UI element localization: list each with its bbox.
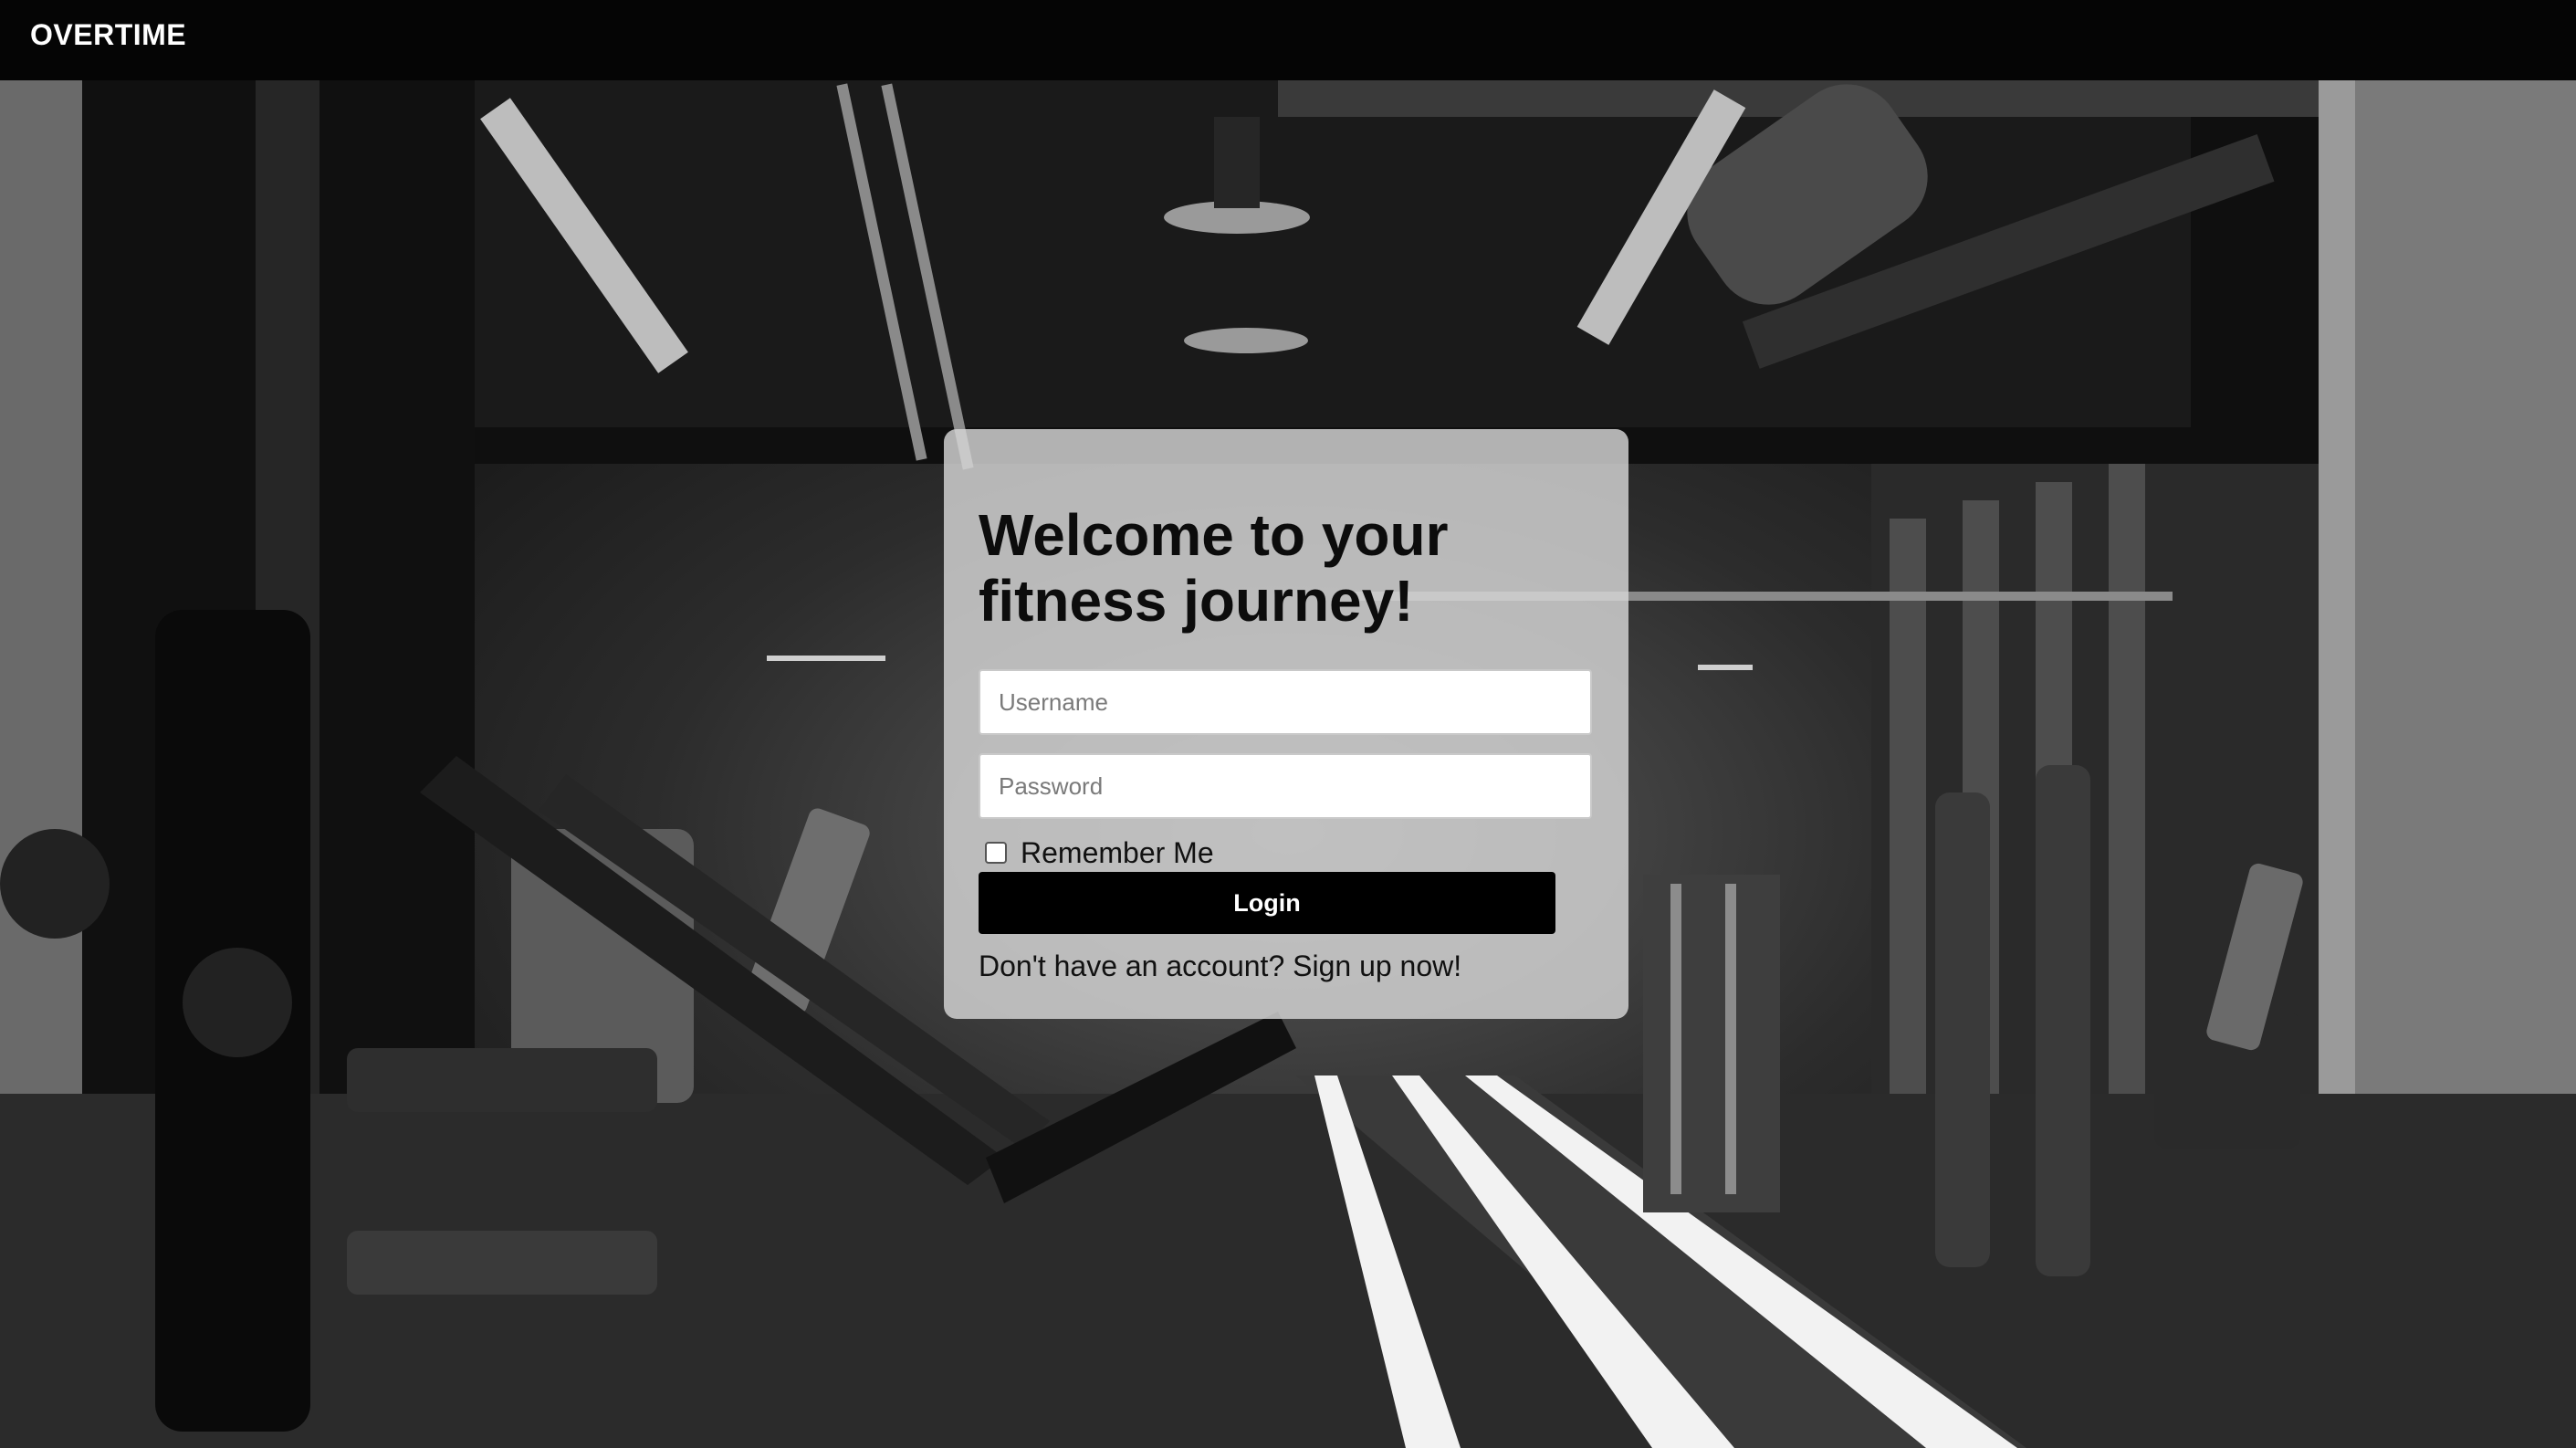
welcome-heading: Welcome to your fitness journey! bbox=[979, 502, 1449, 634]
brand-logo[interactable]: OVERTIME bbox=[30, 18, 186, 52]
remember-me-checkbox[interactable] bbox=[985, 842, 1007, 864]
signup-link[interactable]: Don't have an account? Sign up now! bbox=[979, 950, 1461, 983]
login-card: Welcome to your fitness journey! Remembe… bbox=[944, 429, 1628, 1019]
top-bar: OVERTIME bbox=[0, 0, 2576, 80]
password-input[interactable] bbox=[979, 753, 1592, 819]
login-button[interactable]: Login bbox=[979, 872, 1555, 934]
remember-me-label[interactable]: Remember Me bbox=[1021, 836, 1214, 870]
username-input[interactable] bbox=[979, 669, 1592, 735]
